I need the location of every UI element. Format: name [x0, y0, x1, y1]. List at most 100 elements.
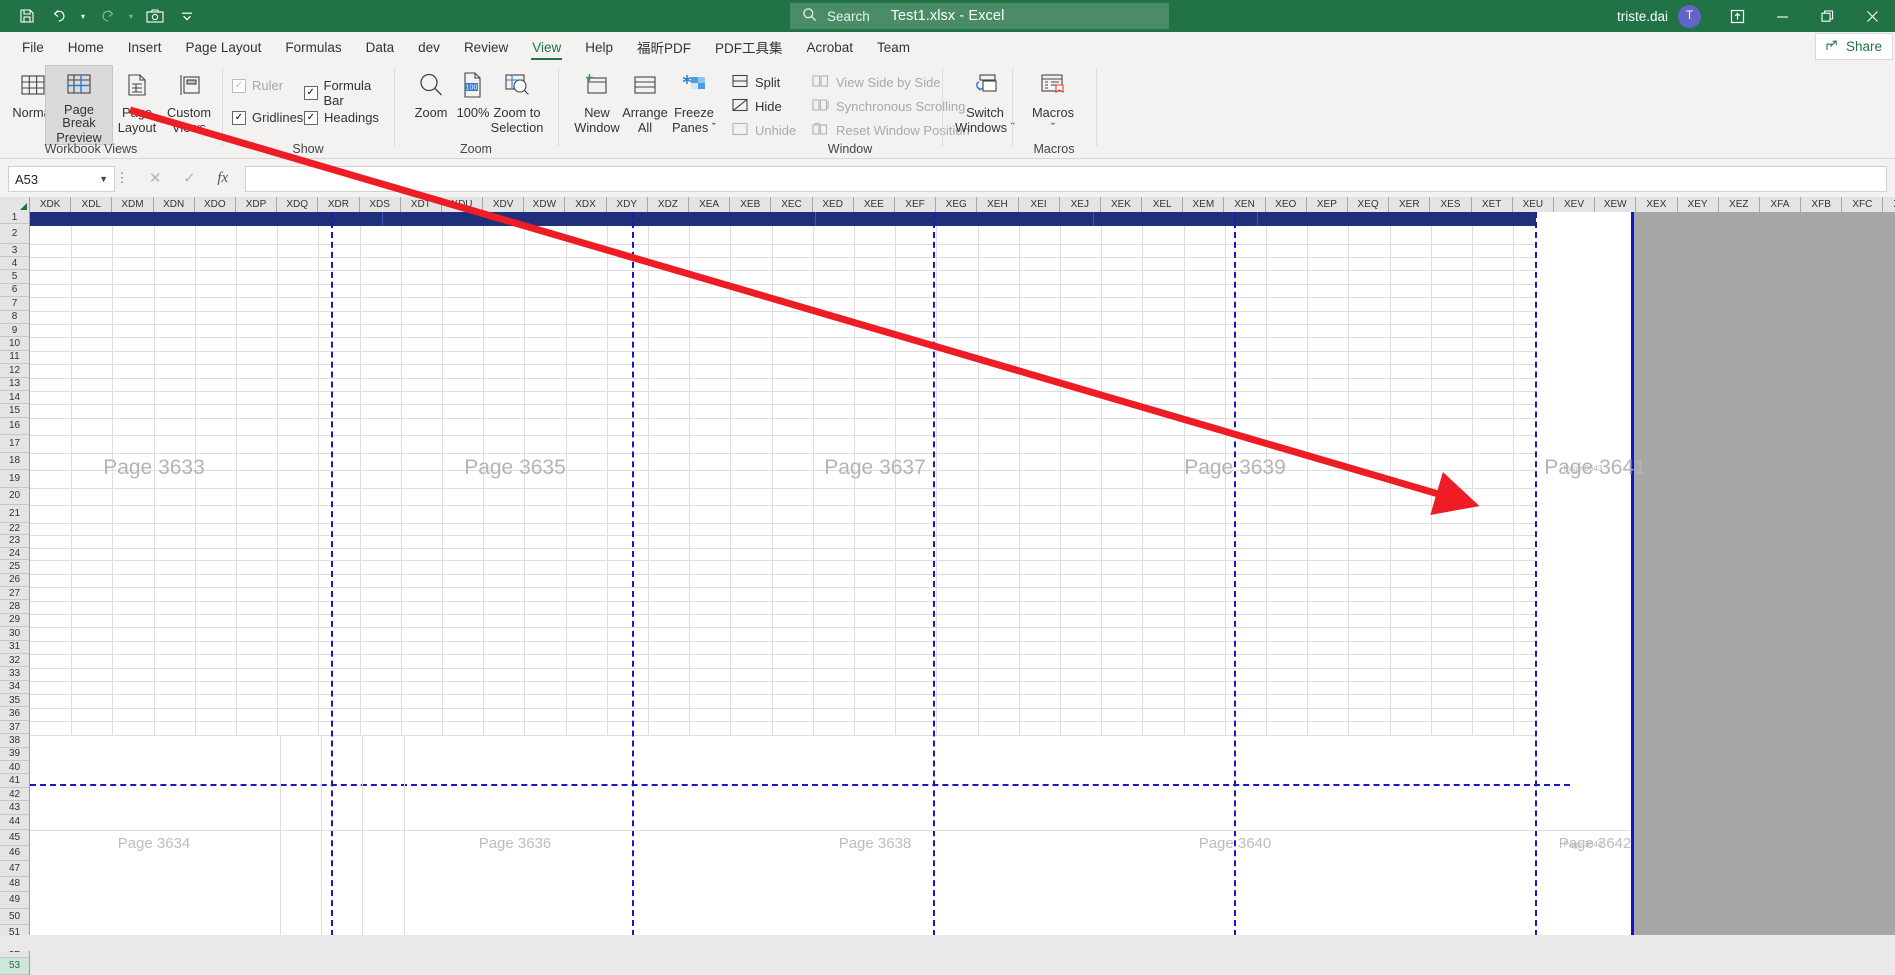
row-header-43[interactable]: 43: [0, 801, 29, 815]
column-header-XDR[interactable]: XDR: [318, 197, 360, 212]
row-header-2[interactable]: 2: [0, 224, 29, 244]
tab-team[interactable]: Team: [865, 34, 922, 60]
row-header-34[interactable]: 34: [0, 681, 29, 695]
row-header-29[interactable]: 29: [0, 614, 29, 628]
column-header-XEL[interactable]: XEL: [1142, 197, 1184, 212]
name-box[interactable]: A53 ▼: [8, 166, 115, 192]
row-header-20[interactable]: 20: [0, 488, 29, 506]
column-header-XEO[interactable]: XEO: [1265, 197, 1307, 212]
column-header-XDS[interactable]: XDS: [359, 197, 401, 212]
tab-home[interactable]: Home: [56, 34, 116, 60]
column-header-XET[interactable]: XET: [1471, 197, 1513, 212]
row-header-36[interactable]: 36: [0, 707, 29, 721]
row-header-47[interactable]: 47: [0, 861, 29, 877]
tab-dev[interactable]: dev: [406, 34, 452, 60]
insert-function-icon[interactable]: fx: [217, 170, 228, 187]
row-header-22[interactable]: 22: [0, 523, 29, 536]
row-header-48[interactable]: 48: [0, 877, 29, 893]
row-header-27[interactable]: 27: [0, 587, 29, 601]
tab-formulas[interactable]: Formulas: [273, 34, 353, 60]
page-break-horizontal[interactable]: [30, 784, 1570, 786]
column-header-XEB[interactable]: XEB: [730, 197, 772, 212]
column-header-XDT[interactable]: XDT: [400, 197, 442, 212]
tab-data[interactable]: Data: [354, 34, 407, 60]
row-header-10[interactable]: 10: [0, 337, 29, 351]
row-header-46[interactable]: 46: [0, 846, 29, 862]
row-header-42[interactable]: 42: [0, 788, 29, 802]
column-header-XDM[interactable]: XDM: [112, 197, 154, 212]
macros-dropdown-caret[interactable]: ˇ: [1051, 120, 1055, 135]
row-header-33[interactable]: 33: [0, 667, 29, 681]
view-custom-views-button[interactable]: Custom Views: [158, 65, 220, 143]
row-header-12[interactable]: 12: [0, 364, 29, 378]
page-break-vertical[interactable]: [632, 212, 634, 936]
tab-help[interactable]: Help: [573, 34, 625, 60]
row-header-41[interactable]: 41: [0, 774, 29, 788]
tab-insert[interactable]: Insert: [116, 34, 174, 60]
column-header-XEH[interactable]: XEH: [977, 197, 1019, 212]
account-name[interactable]: triste.dai: [1617, 9, 1668, 24]
search-box[interactable]: Search: [790, 3, 1169, 29]
column-header-XFB[interactable]: XFB: [1801, 197, 1843, 212]
row-header-53[interactable]: 53: [0, 958, 29, 975]
column-header-XFC[interactable]: XFC: [1842, 197, 1884, 212]
select-all-button[interactable]: [0, 197, 30, 212]
row-header-44[interactable]: 44: [0, 815, 29, 831]
column-header-XES[interactable]: XES: [1430, 197, 1472, 212]
row-header-32[interactable]: 32: [0, 654, 29, 668]
zoom-to-selection-button[interactable]: Zoom to Selection: [484, 65, 550, 143]
print-area-right-boundary[interactable]: [1631, 212, 1634, 936]
tab-福昕pdf[interactable]: 福昕PDF: [625, 34, 703, 60]
page-break-vertical[interactable]: [331, 212, 333, 936]
checkbox-gridlines[interactable]: ✓ Gridlines: [232, 110, 303, 125]
close-icon[interactable]: [1850, 0, 1895, 32]
tab-file[interactable]: File: [10, 34, 56, 60]
row-header-19[interactable]: 19: [0, 470, 29, 488]
checkbox-formula-bar[interactable]: ✓ Formula Bar: [304, 78, 392, 108]
row-header-24[interactable]: 24: [0, 548, 29, 561]
undo-dropdown-icon[interactable]: ▾: [76, 3, 90, 29]
page-break-vertical[interactable]: [1234, 212, 1236, 936]
row-header-35[interactable]: 35: [0, 694, 29, 708]
column-header-XEX[interactable]: XEX: [1636, 197, 1678, 212]
formula-bar-resize-handle[interactable]: ⋮: [112, 166, 132, 190]
column-header-XEF[interactable]: XEF: [894, 197, 937, 212]
minimize-icon[interactable]: [1760, 0, 1805, 32]
column-header-XEA[interactable]: XEA: [689, 197, 731, 212]
column-header-XER[interactable]: XER: [1389, 197, 1431, 212]
row-header-40[interactable]: 40: [0, 761, 29, 775]
tab-review[interactable]: Review: [452, 34, 520, 60]
row-header-7[interactable]: 7: [0, 297, 29, 311]
checkbox-formula-bar-box[interactable]: ✓: [304, 86, 318, 100]
column-header-XDV[interactable]: XDV: [483, 197, 525, 212]
chevron-down-icon[interactable]: ▼: [99, 174, 108, 184]
column-header-XDZ[interactable]: XDZ: [647, 197, 689, 212]
row-header-50[interactable]: 50: [0, 909, 29, 926]
row-header-30[interactable]: 30: [0, 627, 29, 641]
column-header-XDU[interactable]: XDU: [441, 197, 484, 212]
column-header-XFA[interactable]: XFA: [1759, 197, 1802, 212]
column-header-XDP[interactable]: XDP: [235, 197, 278, 212]
row-header-28[interactable]: 28: [0, 600, 29, 614]
column-header-XDW[interactable]: XDW: [524, 197, 566, 212]
split-button[interactable]: Split: [732, 72, 780, 92]
checkbox-gridlines-box[interactable]: ✓: [232, 110, 246, 125]
column-header-XEV[interactable]: XEV: [1553, 197, 1596, 212]
grid-canvas[interactable]: Page 3633 Page 3635 Page 3637 Page 3639 Page…: [30, 212, 1895, 951]
column-header-XDX[interactable]: XDX: [565, 197, 607, 212]
row-header-17[interactable]: 17: [0, 435, 29, 453]
formula-input[interactable]: [245, 166, 1887, 192]
column-header-XEM[interactable]: XEM: [1183, 197, 1225, 212]
column-header-XEY[interactable]: XEY: [1677, 197, 1719, 212]
page-break-vertical[interactable]: [933, 212, 935, 936]
row-header-16[interactable]: 16: [0, 418, 29, 436]
row-header-31[interactable]: 31: [0, 641, 29, 654]
switch-windows-button[interactable]: Switch Windows ˇ: [950, 65, 1020, 143]
hide-button[interactable]: Hide: [732, 96, 782, 116]
checkbox-headings-box[interactable]: ✓: [304, 110, 318, 125]
ribbon-display-options-icon[interactable]: [1715, 0, 1760, 32]
save-icon[interactable]: [12, 3, 42, 29]
freeze-panes-button[interactable]: Freeze Panes ˇ: [662, 65, 726, 143]
column-header-XEC[interactable]: XEC: [771, 197, 813, 212]
row-header-21[interactable]: 21: [0, 505, 29, 523]
